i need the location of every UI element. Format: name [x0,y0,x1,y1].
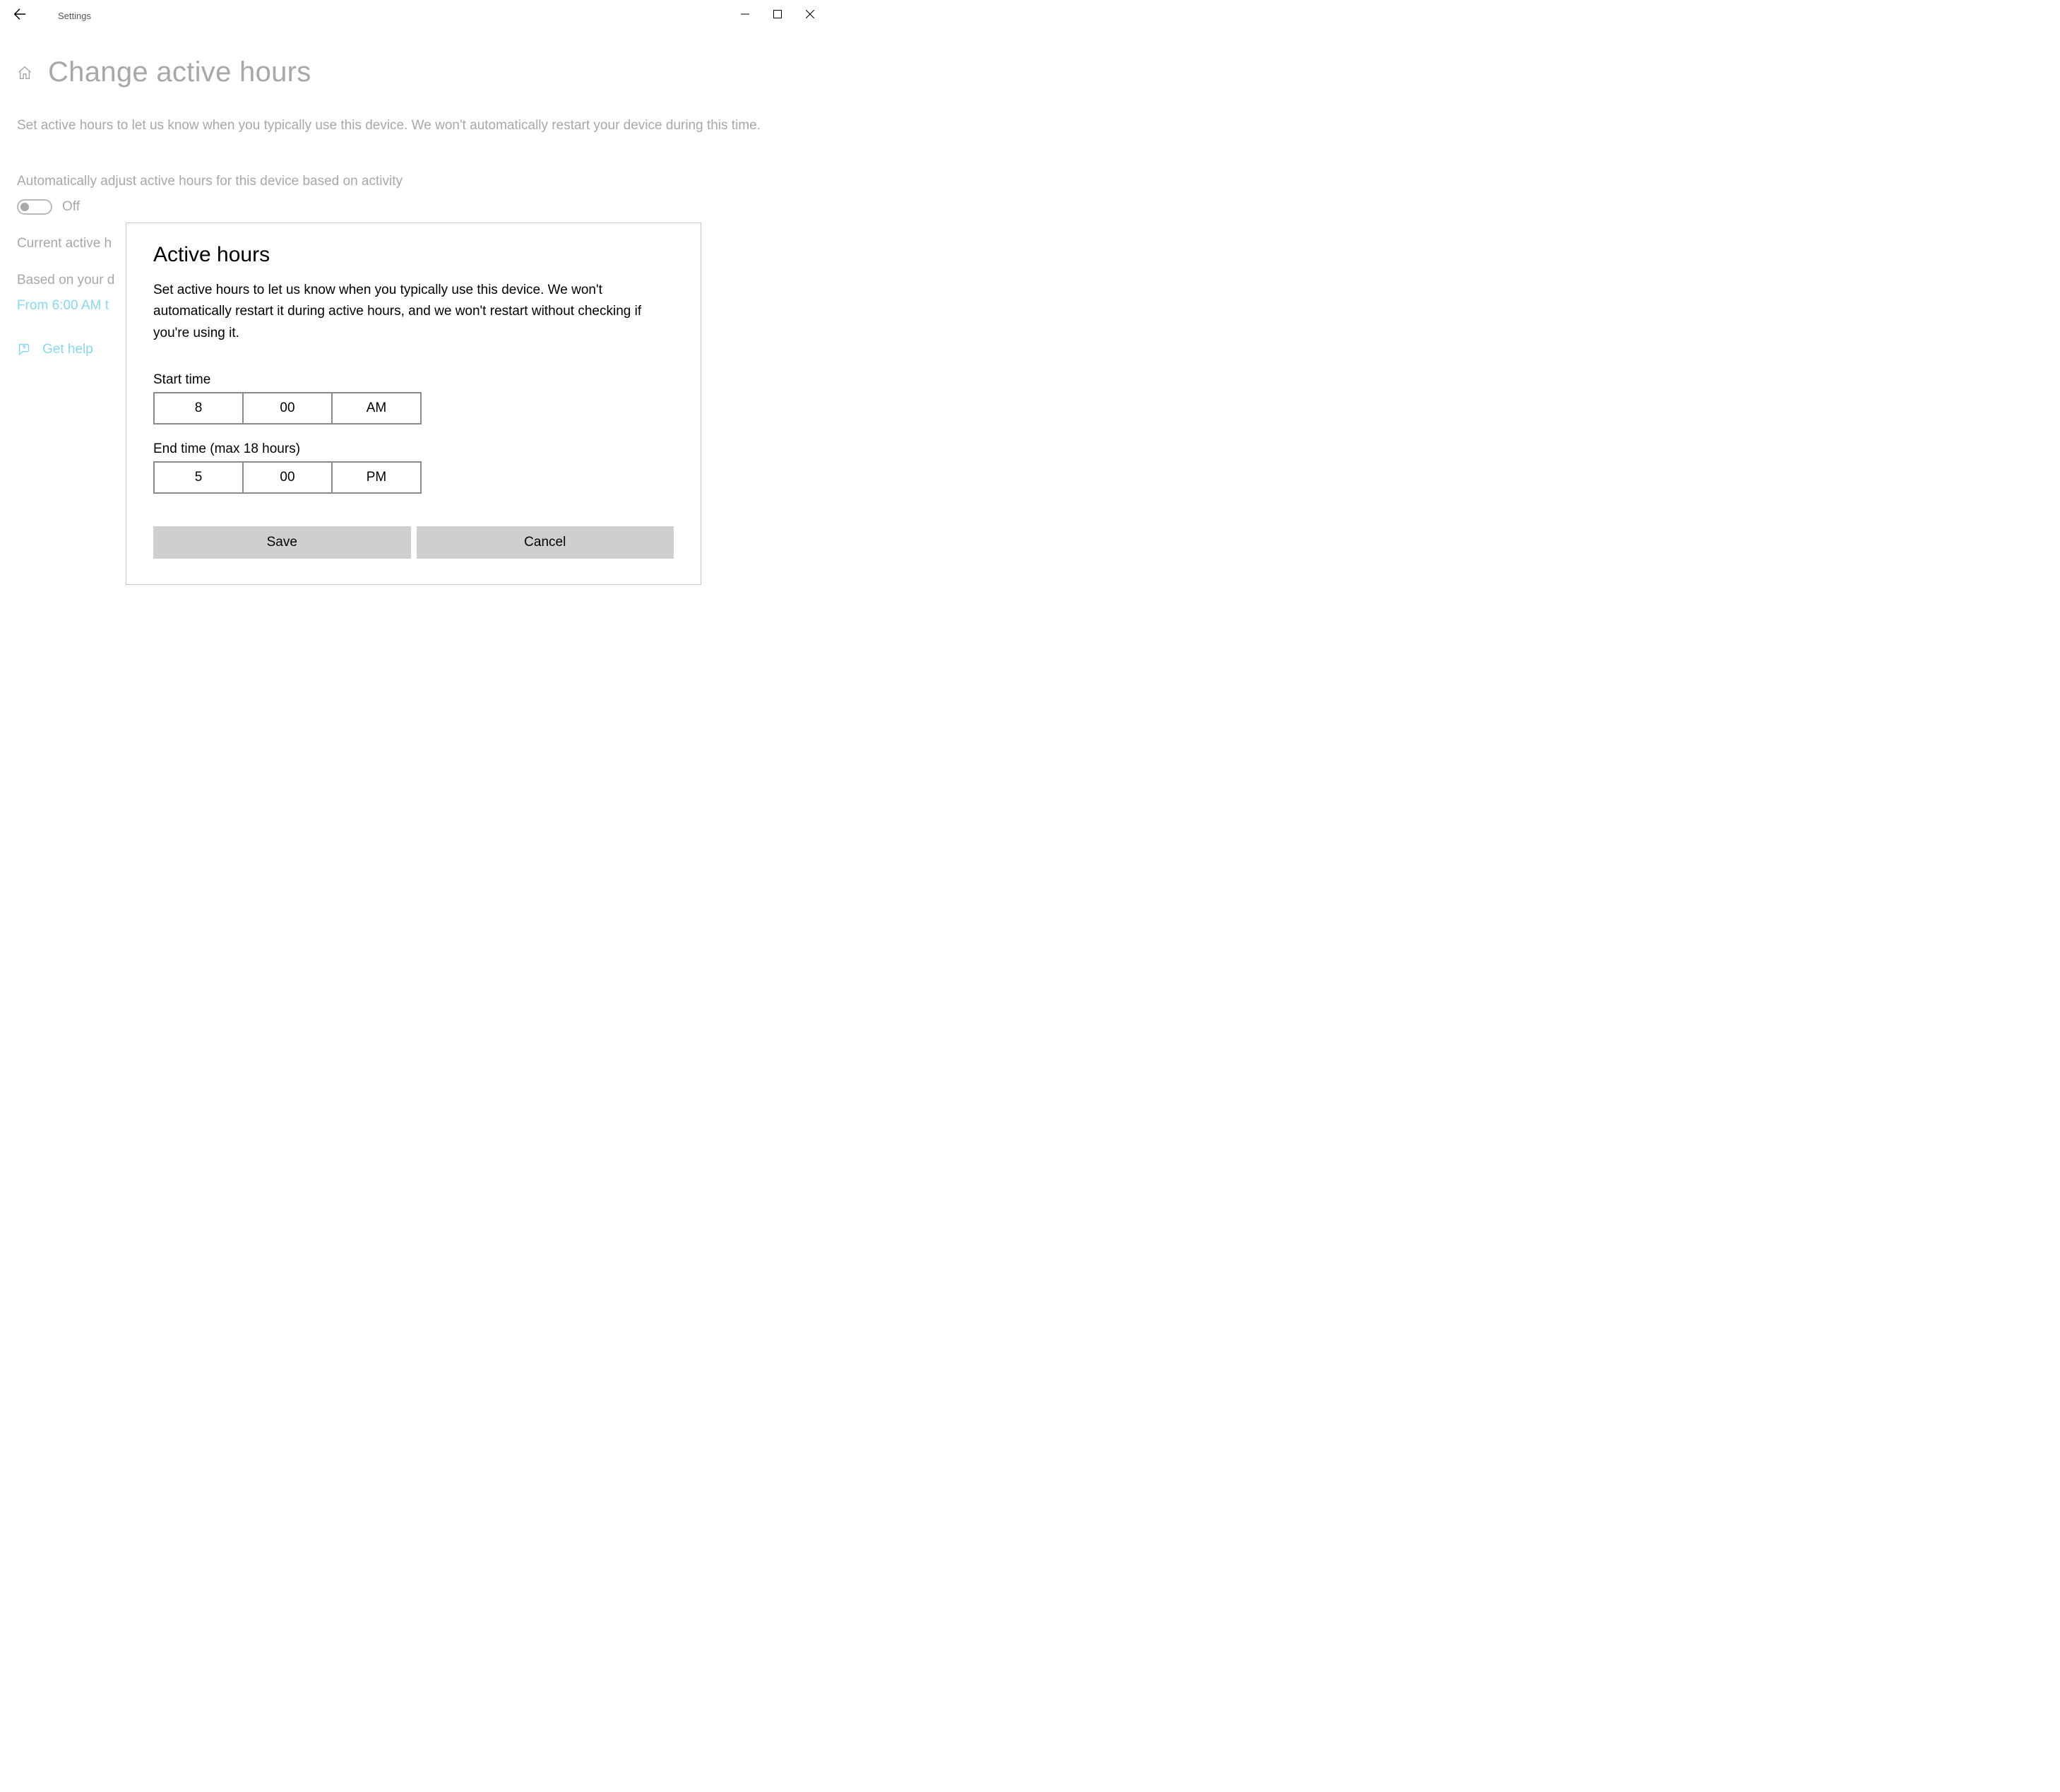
start-minute-cell[interactable]: 00 [242,393,331,423]
end-hour-cell[interactable]: 5 [155,463,242,492]
home-icon [17,65,32,81]
close-button[interactable] [794,3,826,25]
app-title: Settings [58,11,91,21]
back-arrow-icon [12,6,28,22]
maximize-icon [773,10,782,18]
dialog-buttons: Save Cancel [153,526,674,559]
cancel-button[interactable]: Cancel [417,526,674,559]
end-time-label: End time (max 18 hours) [153,441,674,457]
minimize-icon [741,10,749,18]
start-hour-cell[interactable]: 8 [155,393,242,423]
toggle-knob [20,203,29,211]
window-controls [729,3,826,25]
end-period-cell[interactable]: PM [331,463,420,492]
maximize-button[interactable] [761,3,794,25]
page-title: Change active hours [48,57,311,88]
end-minute-cell[interactable]: 00 [242,463,331,492]
start-period-cell[interactable]: AM [331,393,420,423]
auto-adjust-toggle-row: Off [17,199,809,215]
save-button[interactable]: Save [153,526,411,559]
get-help-link[interactable]: Get help [42,342,93,357]
page-header: Change active hours [17,57,809,88]
page-description: Set active hours to let us know when you… [17,115,766,136]
dialog-description: Set active hours to let us know when you… [153,280,674,344]
back-button[interactable] [6,0,34,28]
close-icon [806,10,814,18]
auto-adjust-toggle[interactable] [17,199,52,215]
start-time-picker[interactable]: 8 00 AM [153,392,422,425]
titlebar: Settings [0,0,826,28]
end-time-picker[interactable]: 5 00 PM [153,461,422,494]
help-icon [17,342,32,357]
start-time-label: Start time [153,372,674,388]
toggle-state-text: Off [62,199,80,215]
dialog-title: Active hours [153,243,674,267]
active-hours-dialog: Active hours Set active hours to let us … [126,222,701,585]
minimize-button[interactable] [729,3,761,25]
auto-adjust-label: Automatically adjust active hours for th… [17,174,809,189]
